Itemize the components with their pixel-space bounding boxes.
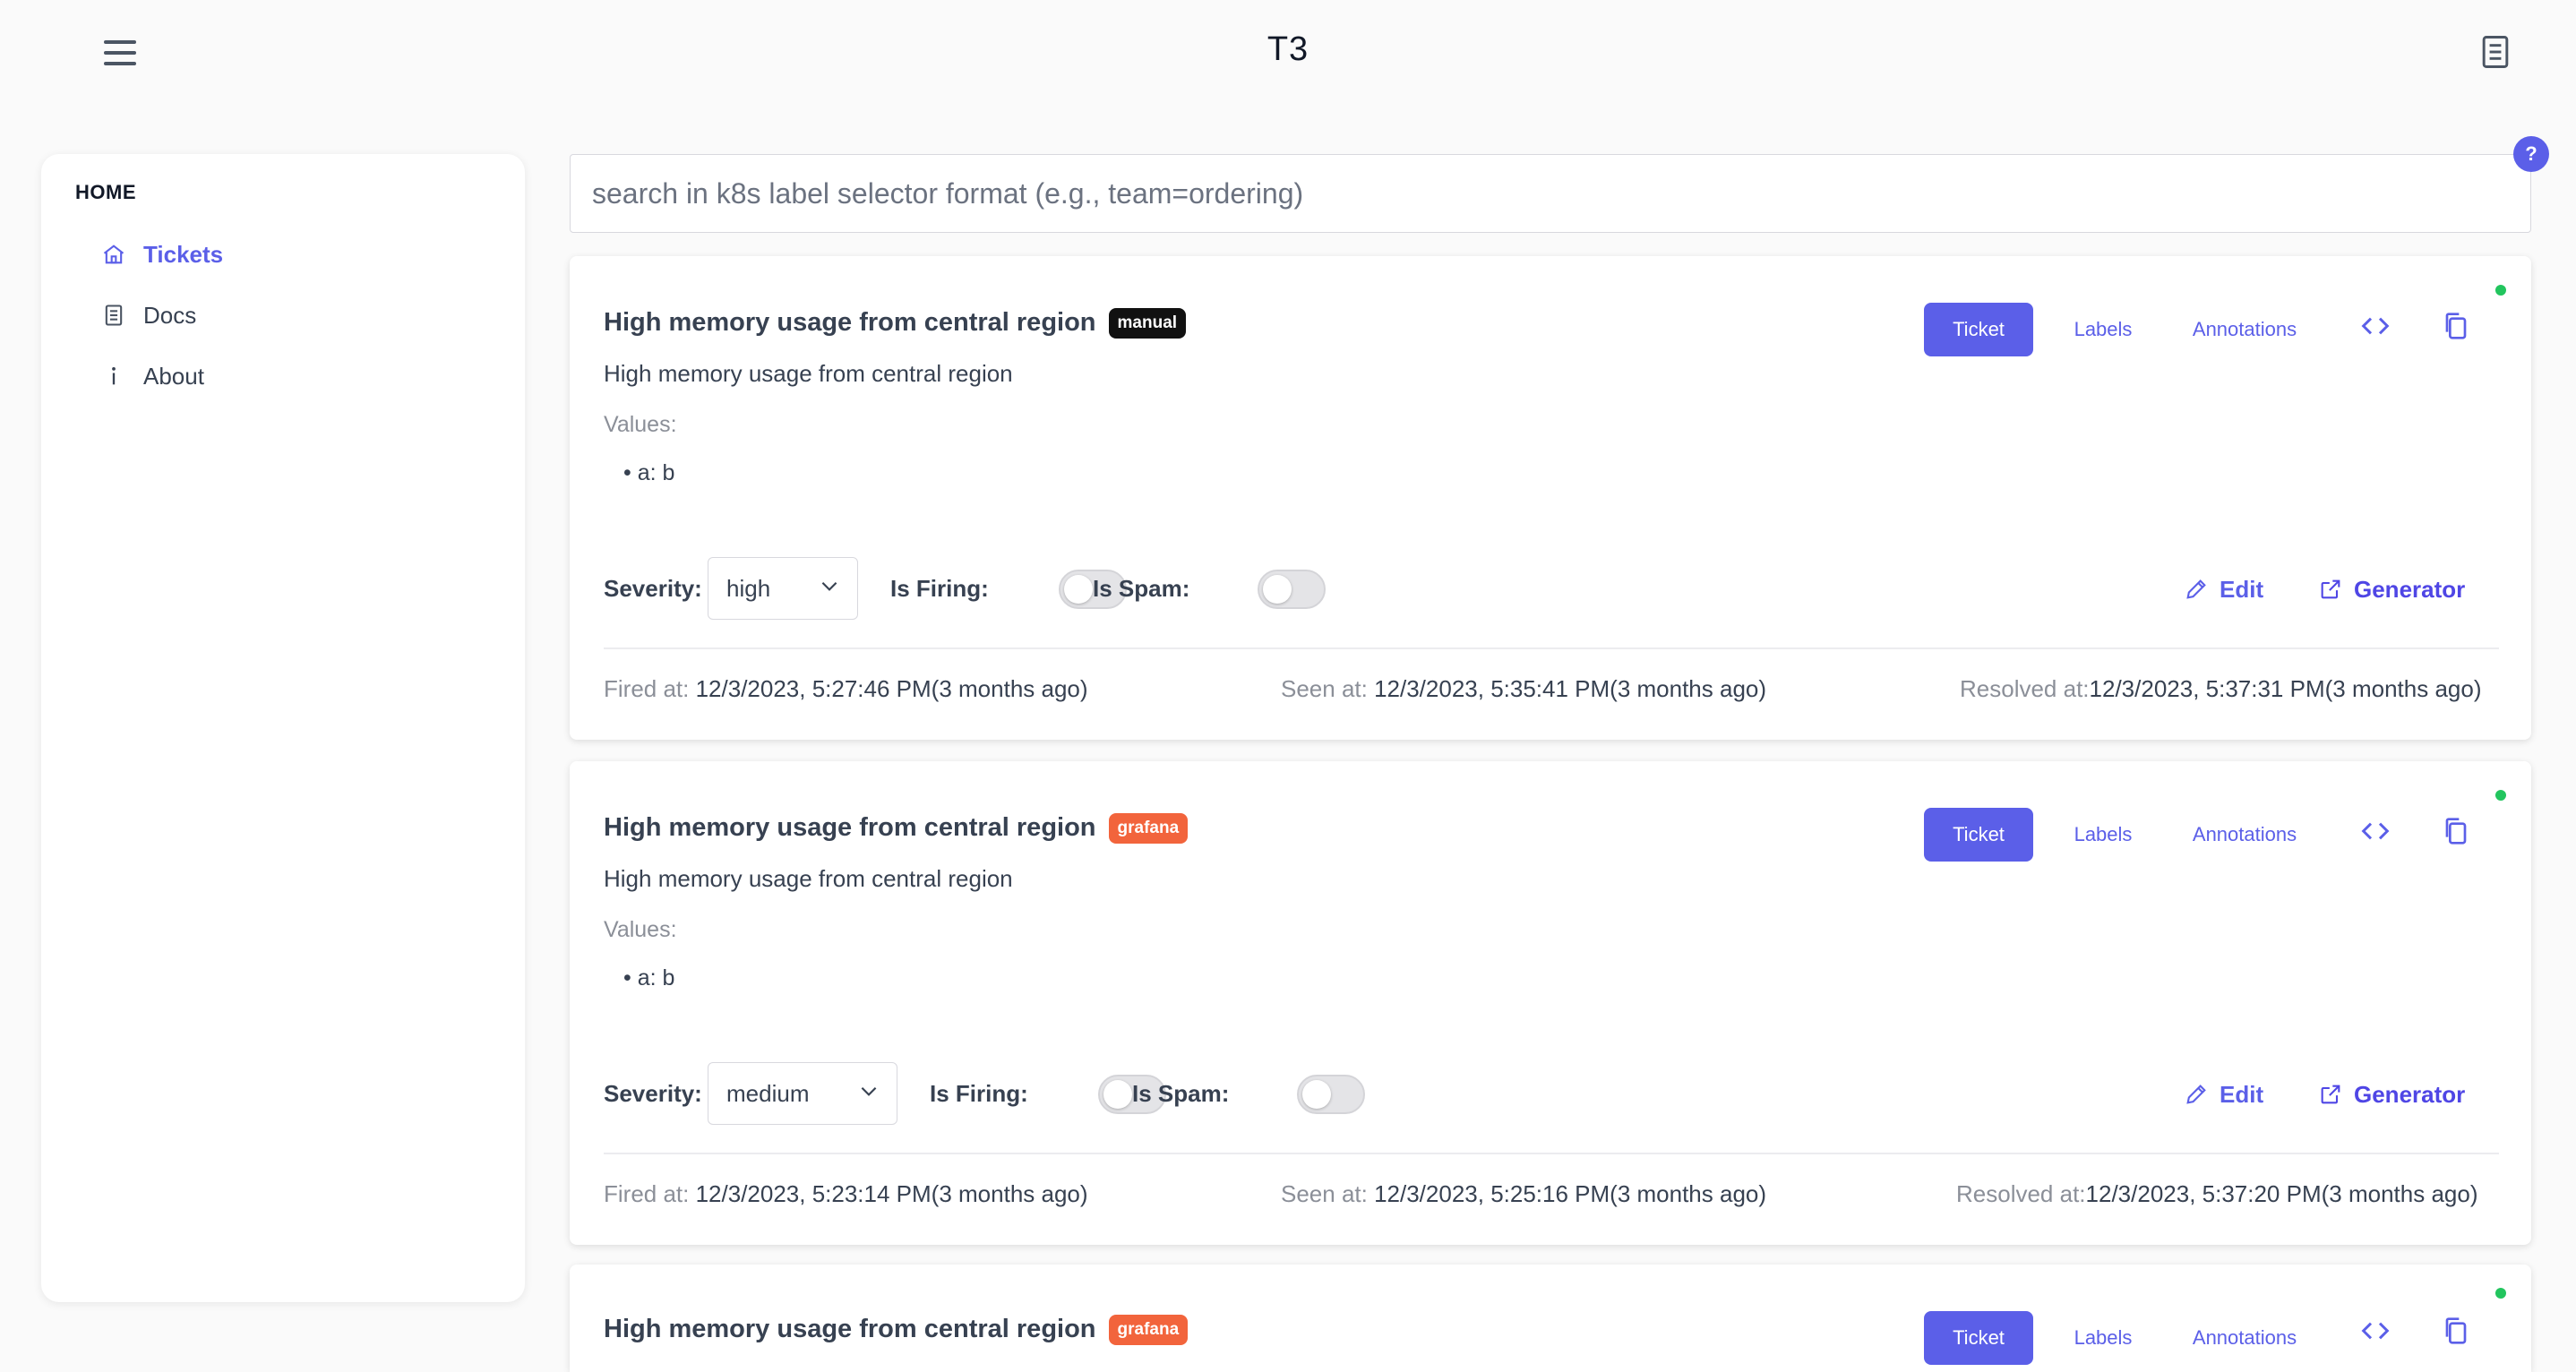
value-item: • a: b	[623, 965, 675, 990]
severity-label: Severity:	[604, 575, 702, 602]
chevron-down-icon	[857, 1079, 880, 1109]
divider	[604, 1153, 2499, 1154]
tab-labels[interactable]: Labels	[2060, 808, 2146, 862]
generator-button[interactable]: Generator	[2318, 1075, 2465, 1114]
ticket-title: High memory usage from central region man…	[604, 308, 1187, 339]
tab-annotations[interactable]: Annotations	[2182, 303, 2307, 356]
ticket-description: High memory usage from central region	[604, 360, 1013, 387]
status-dot	[2495, 790, 2506, 801]
code-icon[interactable]	[2357, 1313, 2393, 1349]
tab-ticket[interactable]: Ticket	[1924, 1311, 2033, 1365]
tab-labels[interactable]: Labels	[2060, 1311, 2146, 1365]
seen-at: Seen at: 12/3/2023, 5:35:41 PM(3 months …	[1281, 675, 1767, 702]
tab-ticket[interactable]: Ticket	[1924, 303, 2033, 356]
is-spam-label: Is Spam:	[1093, 575, 1190, 602]
copy-icon[interactable]	[2438, 1313, 2474, 1349]
search-input[interactable]	[570, 154, 2531, 233]
sidebar-item-label: Docs	[143, 301, 197, 329]
values-label: Values:	[604, 917, 677, 942]
external-link-icon	[2321, 1085, 2340, 1104]
severity-select[interactable]: high	[708, 557, 858, 620]
severity-select[interactable]: medium	[708, 1062, 897, 1125]
sidebar-item-label: Tickets	[143, 240, 224, 268]
pencil-icon	[2186, 579, 2206, 599]
ticket-card: High memory usage from central region man…	[570, 256, 2531, 740]
source-badge: grafana	[1108, 1315, 1189, 1345]
top-bar: T3	[0, 0, 2576, 107]
copy-icon[interactable]	[2438, 813, 2474, 849]
sidebar-item-docs[interactable]: Docs	[99, 296, 196, 335]
seen-at: Seen at: 12/3/2023, 5:25:16 PM(3 months …	[1281, 1180, 1767, 1207]
is-spam-label: Is Spam:	[1132, 1080, 1230, 1107]
status-dot	[2495, 1288, 2506, 1299]
app-title: T3	[1267, 30, 1309, 68]
is-spam-toggle[interactable]	[1297, 1075, 1365, 1114]
severity-label: Severity:	[604, 1080, 702, 1107]
tab-ticket[interactable]: Ticket	[1924, 808, 2033, 862]
status-dot	[2495, 285, 2506, 296]
ticket-tabs: Ticket Labels Annotations	[1924, 303, 2307, 356]
tab-annotations[interactable]: Annotations	[2182, 1311, 2307, 1365]
generator-button[interactable]: Generator	[2318, 570, 2465, 609]
tab-labels[interactable]: Labels	[2060, 303, 2146, 356]
search-bar	[570, 154, 2531, 233]
is-spam-toggle[interactable]	[1258, 570, 1326, 609]
ticket-title: High memory usage from central region gra…	[604, 813, 1189, 844]
help-button[interactable]: ?	[2513, 136, 2549, 172]
fired-at: Fired at: 12/3/2023, 5:23:14 PM(3 months…	[604, 1180, 1088, 1207]
ticket-tabs: Ticket Labels Annotations	[1924, 808, 2307, 862]
value-item: • a: b	[623, 460, 675, 485]
sidebar-item-label: About	[143, 362, 204, 390]
code-icon[interactable]	[2357, 308, 2393, 344]
sidebar: HOME Tickets Docs About	[41, 154, 525, 1302]
source-badge: grafana	[1108, 813, 1189, 844]
document-icon[interactable]	[2476, 32, 2515, 72]
pencil-icon	[2186, 1085, 2206, 1104]
sidebar-heading: HOME	[75, 181, 136, 203]
fired-at: Fired at: 12/3/2023, 5:27:46 PM(3 months…	[604, 675, 1088, 702]
ticket-title: High memory usage from central region gra…	[604, 1315, 1189, 1345]
edit-button[interactable]: Edit	[2184, 1075, 2263, 1114]
sidebar-item-tickets[interactable]: Tickets	[99, 235, 223, 274]
ticket-card: High memory usage from central region gra…	[570, 761, 2531, 1245]
sidebar-item-about[interactable]: About	[99, 356, 204, 396]
values-label: Values:	[604, 412, 677, 437]
ticket-description: High memory usage from central region	[604, 865, 1013, 892]
copy-icon[interactable]	[2438, 308, 2474, 344]
document-icon	[99, 300, 129, 330]
chevron-down-icon	[818, 574, 841, 604]
home-icon	[99, 239, 129, 270]
info-icon	[99, 361, 129, 391]
edit-button[interactable]: Edit	[2184, 570, 2263, 609]
resolved-at: Resolved at:12/3/2023, 5:37:31 PM(3 mont…	[1960, 675, 2482, 702]
ticket-card: High memory usage from central region gra…	[570, 1265, 2531, 1372]
severity-value: high	[726, 574, 771, 602]
tab-annotations[interactable]: Annotations	[2182, 808, 2307, 862]
is-firing-label: Is Firing:	[890, 575, 989, 602]
resolved-at: Resolved at:12/3/2023, 5:37:20 PM(3 mont…	[1956, 1180, 2478, 1207]
source-badge: manual	[1108, 308, 1187, 339]
divider	[604, 647, 2499, 649]
severity-value: medium	[726, 1079, 810, 1107]
is-firing-label: Is Firing:	[930, 1080, 1028, 1107]
code-icon[interactable]	[2357, 813, 2393, 849]
external-link-icon	[2321, 579, 2340, 599]
ticket-tabs: Ticket Labels Annotations	[1924, 1311, 2307, 1365]
